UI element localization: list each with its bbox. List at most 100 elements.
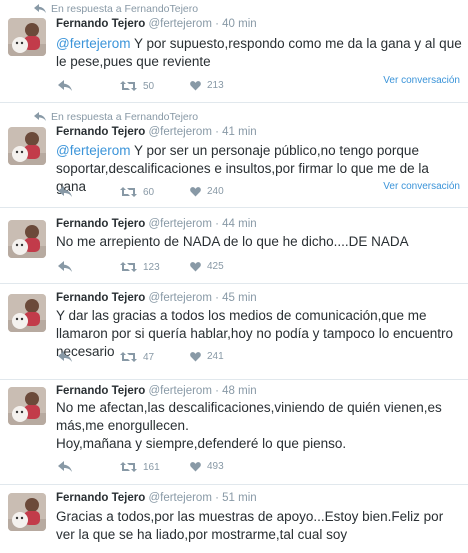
reply-context-icon [34, 112, 46, 121]
reply-button[interactable] [58, 461, 72, 472]
like-icon [190, 187, 201, 197]
avatar[interactable] [8, 294, 46, 332]
view-conversation-link[interactable]: Ver conversación [383, 75, 460, 86]
retweet-icon [120, 81, 137, 91]
reply-context-icon [34, 4, 46, 13]
tweet-header: Fernando Tejero @fertejerom · 48 min [56, 385, 257, 397]
reply-context[interactable]: En respuesta a FernandoTejero [34, 111, 198, 123]
reply-context[interactable]: En respuesta a FernandoTejero [34, 3, 198, 15]
retweet-button[interactable]: 123 [120, 261, 160, 273]
tweet[interactable]: En respuesta a FernandoTejero Fernando T… [0, 0, 468, 103]
tweet-body: No me afectan,las descalificaciones,vini… [56, 400, 442, 433]
author-name[interactable]: Fernando Tejero [56, 492, 145, 504]
tweet-text: No me afectan,las descalificaciones,vini… [56, 399, 462, 453]
author-handle[interactable]: @fertejerom [148, 385, 211, 397]
avatar-image [8, 220, 46, 258]
retweet-button[interactable]: 47 [120, 351, 154, 363]
tweet-actions: 123 425 [56, 261, 316, 275]
reply-button[interactable] [58, 80, 72, 91]
like-count: 241 [207, 351, 224, 362]
tweet-actions: 60 240 [56, 186, 316, 200]
author-handle[interactable]: @fertejerom [148, 126, 211, 138]
like-button[interactable]: 241 [190, 351, 224, 362]
author-handle[interactable]: @fertejerom [148, 18, 211, 30]
tweet[interactable]: Fernando Tejero @fertejerom · 45 min Y d… [0, 284, 468, 380]
avatar[interactable] [8, 127, 46, 165]
tweet-body: No me arrepiento de NADA de lo que he di… [56, 234, 409, 249]
tweet[interactable]: Fernando Tejero @fertejerom · 44 min No … [0, 208, 468, 284]
avatar[interactable] [8, 493, 46, 531]
retweet-button[interactable]: 50 [120, 80, 154, 92]
tweet-body: Gracias a todos,por las muestras de apoy… [56, 509, 444, 542]
like-count: 425 [207, 261, 224, 272]
avatar[interactable] [8, 18, 46, 56]
avatar-image [8, 387, 46, 425]
tweet-text: @fertejerom Y por supuesto,respondo como… [56, 35, 462, 71]
tweet-time[interactable]: · 40 min [215, 18, 257, 30]
mention-link[interactable]: @fertejerom [56, 36, 130, 51]
tweet-header: Fernando Tejero @fertejerom · 45 min [56, 292, 257, 304]
tweet-text: Gracias a todos,por las muestras de apoy… [56, 508, 462, 544]
like-icon [190, 81, 201, 91]
mention-link[interactable]: @fertejerom [56, 143, 130, 158]
reply-context-label: En respuesta a FernandoTejero [51, 111, 199, 123]
tweet[interactable]: Fernando Tejero @fertejerom · 48 min No … [0, 380, 468, 485]
tweet[interactable]: En respuesta a FernandoTejero Fernando T… [0, 103, 468, 208]
reply-button[interactable] [58, 261, 72, 272]
tweet-header: Fernando Tejero @fertejerom · 51 min [56, 492, 257, 504]
retweet-icon [120, 352, 137, 362]
retweet-button[interactable]: 161 [120, 461, 160, 473]
retweet-icon [120, 187, 137, 197]
reply-button[interactable] [58, 186, 72, 197]
author-name[interactable]: Fernando Tejero [56, 292, 145, 304]
tweet-actions: 50 213 [56, 80, 316, 94]
avatar-image [8, 18, 46, 56]
like-count: 213 [207, 80, 224, 91]
author-handle[interactable]: @fertejerom [148, 492, 211, 504]
avatar[interactable] [8, 220, 46, 258]
tweet-feed: En respuesta a FernandoTejero Fernando T… [0, 0, 468, 553]
retweet-count: 161 [143, 461, 160, 473]
author-handle[interactable]: @fertejerom [148, 292, 211, 304]
tweet[interactable]: Fernando Tejero @fertejerom · 51 min Gra… [0, 485, 468, 553]
tweet-time[interactable]: · 51 min [215, 492, 257, 504]
view-conversation-link[interactable]: Ver conversación [383, 181, 460, 192]
reply-icon [58, 80, 72, 91]
avatar-image [8, 294, 46, 332]
like-icon [190, 262, 201, 272]
tweet-time[interactable]: · 48 min [215, 385, 257, 397]
retweet-count: 60 [143, 186, 155, 198]
reply-context-label: En respuesta a FernandoTejero [51, 3, 199, 15]
author-name[interactable]: Fernando Tejero [56, 385, 145, 397]
avatar[interactable] [8, 387, 46, 425]
author-handle[interactable]: @fertejerom [148, 218, 211, 230]
like-button[interactable]: 425 [190, 261, 224, 272]
author-name[interactable]: Fernando Tejero [56, 18, 145, 30]
tweet-actions: 47 241 [56, 351, 316, 365]
tweet-time[interactable]: · 45 min [215, 292, 257, 304]
tweet-header: Fernando Tejero @fertejerom · 41 min [56, 126, 257, 138]
like-button[interactable]: 213 [190, 80, 224, 91]
reply-icon [58, 461, 72, 472]
reply-button[interactable] [58, 351, 72, 362]
tweet-time[interactable]: · 44 min [215, 218, 257, 230]
avatar-image [8, 127, 46, 165]
retweet-button[interactable]: 60 [120, 186, 154, 198]
avatar-image [8, 493, 46, 531]
retweet-count: 123 [143, 261, 160, 273]
like-icon [190, 352, 201, 362]
like-button[interactable]: 493 [190, 461, 224, 472]
tweet-header: Fernando Tejero @fertejerom · 40 min [56, 18, 257, 30]
reply-icon [58, 351, 72, 362]
like-button[interactable]: 240 [190, 186, 224, 197]
tweet-actions: 161 493 [56, 461, 316, 475]
tweet-text: No me arrepiento de NADA de lo que he di… [56, 233, 462, 251]
retweet-count: 47 [143, 351, 155, 363]
reply-icon [58, 261, 72, 272]
author-name[interactable]: Fernando Tejero [56, 218, 145, 230]
retweet-count: 50 [143, 80, 155, 92]
tweet-time[interactable]: · 41 min [215, 126, 257, 138]
author-name[interactable]: Fernando Tejero [56, 126, 145, 138]
like-count: 240 [207, 186, 224, 197]
tweet-header: Fernando Tejero @fertejerom · 44 min [56, 218, 257, 230]
